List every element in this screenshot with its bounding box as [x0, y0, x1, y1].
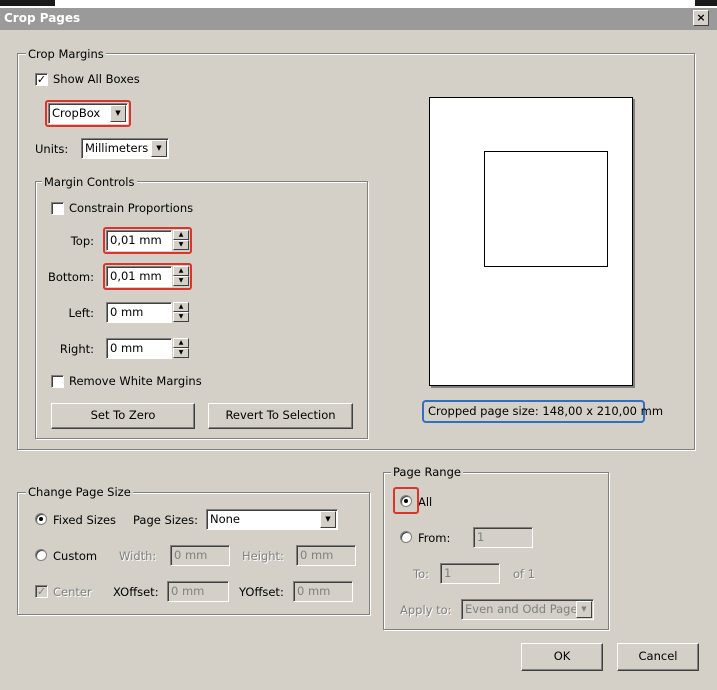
all-radio-highlight: [393, 487, 419, 514]
cropped-size-text: Cropped page size: 148,00 x 210,00 mm: [428, 404, 664, 418]
change-page-size-legend: Change Page Size: [26, 485, 133, 499]
bottom-label: Bottom:: [47, 270, 94, 284]
revert-to-selection-button[interactable]: Revert To Selection: [208, 403, 353, 429]
top-highlight: [103, 227, 192, 254]
from-input[interactable]: 1: [473, 527, 533, 548]
fixed-sizes-label: Fixed Sizes: [53, 513, 117, 527]
crop-rectangle: [484, 151, 608, 267]
center-checkbox[interactable]: ✓: [35, 585, 48, 598]
width-label: Width:: [119, 549, 157, 563]
apply-to-value: Even and Odd Pages: [465, 602, 584, 616]
apply-to-label: Apply to:: [400, 603, 452, 617]
page-sizes-label: Page Sizes:: [133, 513, 198, 527]
show-all-boxes-label: Show All Boxes: [53, 72, 140, 86]
custom-radio[interactable]: [35, 549, 47, 561]
height-label: Height:: [242, 549, 284, 563]
yoffset-label: YOffset:: [239, 585, 284, 599]
window-title: Crop Pages: [4, 11, 81, 25]
chevron-down-icon[interactable]: ▼: [320, 511, 336, 528]
left-spinner[interactable]: ▲ ▼: [173, 302, 189, 322]
arrow-up-icon[interactable]: ▲: [173, 302, 189, 312]
right-input[interactable]: 0 mm: [106, 338, 172, 359]
close-icon[interactable]: ×: [693, 10, 709, 26]
to-input[interactable]: 1: [440, 563, 500, 584]
to-label: To:: [413, 567, 429, 581]
units-label: Units:: [35, 142, 69, 156]
arrow-down-icon[interactable]: ▼: [173, 312, 189, 322]
center-label: Center: [53, 585, 92, 599]
cancel-button[interactable]: Cancel: [617, 643, 699, 671]
chevron-down-icon[interactable]: ▼: [151, 140, 167, 157]
top-strip: [0, 0, 717, 8]
right-spinner[interactable]: ▲ ▼: [173, 338, 189, 358]
cropped-size-box: Cropped page size: 148,00 x 210,00 mm: [422, 400, 663, 423]
margin-controls-legend: Margin Controls: [42, 175, 137, 189]
custom-label: Custom: [53, 549, 98, 563]
title-bar: Crop Pages ×: [0, 8, 717, 30]
remove-white-margins-checkbox[interactable]: [51, 375, 64, 388]
xoffset-input[interactable]: 0 mm: [167, 581, 229, 602]
yoffset-input[interactable]: 0 mm: [293, 581, 353, 602]
xoffset-label: XOffset:: [113, 585, 159, 599]
from-label: From:: [418, 531, 451, 545]
bottom-highlight: [103, 263, 192, 290]
constrain-proportions-checkbox[interactable]: [51, 202, 64, 215]
page-sizes-select[interactable]: None ▼: [206, 509, 338, 530]
constrain-proportions-label: Constrain Proportions: [69, 201, 194, 215]
right-label: Right:: [59, 342, 94, 356]
from-radio[interactable]: [400, 531, 412, 543]
page-sizes-value: None: [210, 512, 241, 526]
show-all-boxes-checkbox[interactable]: ✓: [35, 73, 48, 86]
fixed-sizes-radio[interactable]: [35, 513, 47, 525]
units-select[interactable]: Millimeters ▼: [81, 138, 169, 159]
box-select-highlight: [45, 100, 131, 127]
arrow-up-icon[interactable]: ▲: [173, 338, 189, 348]
all-label: All: [418, 495, 433, 509]
crop-margins-legend: Crop Margins: [26, 47, 106, 61]
page-range-legend: Page Range: [391, 465, 463, 479]
remove-white-margins-label: Remove White Margins: [69, 374, 202, 388]
left-input[interactable]: 0 mm: [106, 302, 172, 323]
left-label: Left:: [68, 306, 94, 320]
width-input[interactable]: 0 mm: [170, 545, 230, 566]
arrow-down-icon[interactable]: ▼: [173, 348, 189, 358]
page-preview: [429, 97, 633, 386]
height-input[interactable]: 0 mm: [296, 545, 356, 566]
set-to-zero-button[interactable]: Set To Zero: [51, 403, 195, 429]
top-label: Top:: [70, 234, 94, 248]
apply-to-select[interactable]: Even and Odd Pages ▼: [461, 599, 594, 620]
ok-button[interactable]: OK: [521, 643, 603, 671]
chevron-down-icon[interactable]: ▼: [576, 601, 592, 618]
units-select-value: Millimeters: [85, 141, 149, 155]
of-total-label: of 1: [513, 567, 536, 581]
